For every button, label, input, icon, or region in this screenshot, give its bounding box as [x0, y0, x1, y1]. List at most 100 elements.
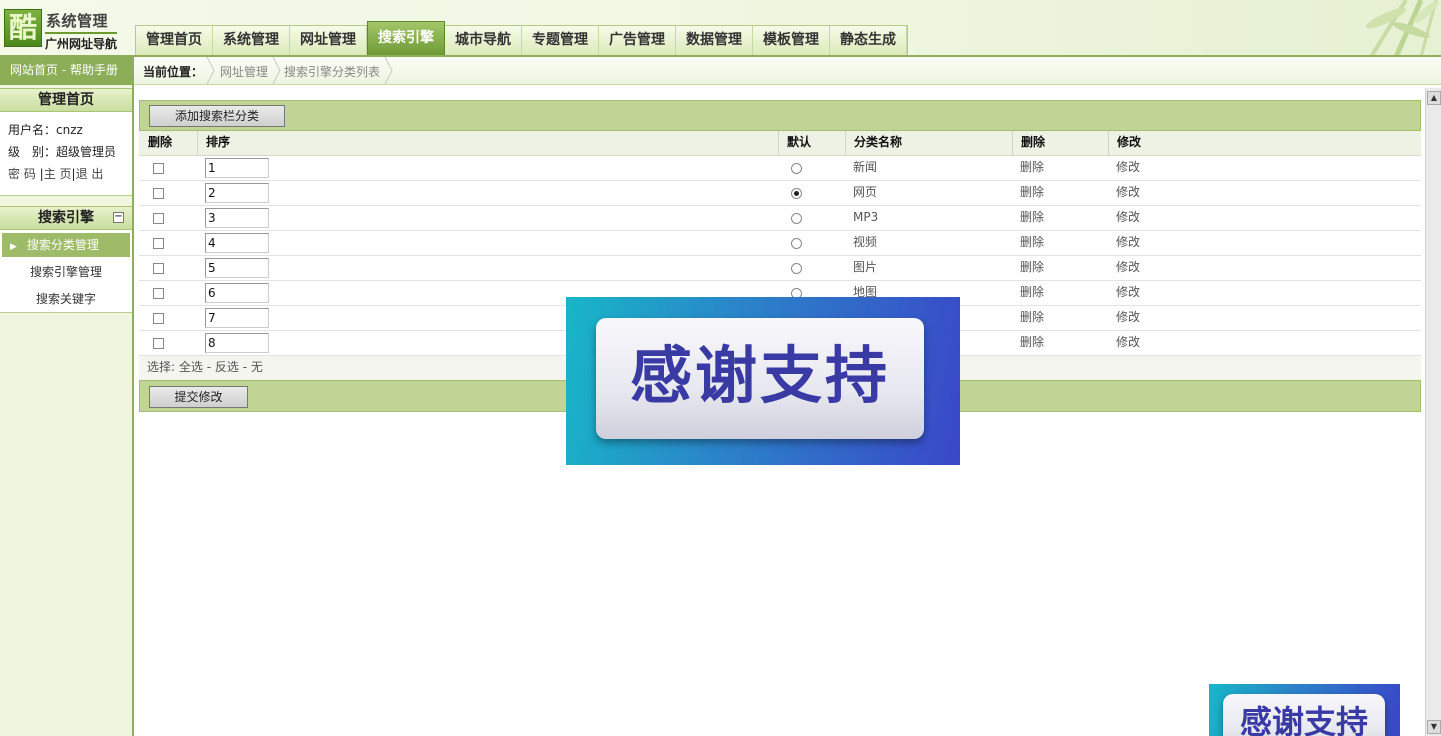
table-toolbar: 添加搜索栏分类	[139, 100, 1421, 131]
select-label: 选择:	[147, 360, 176, 374]
help-link[interactable]: 帮助手册	[70, 63, 118, 77]
edit-link[interactable]: 修改	[1116, 256, 1140, 280]
column-divider	[1012, 131, 1013, 156]
edit-link[interactable]: 修改	[1116, 206, 1140, 230]
sidebar-item-search-keywords[interactable]: 搜索关键字	[2, 287, 130, 311]
password-link[interactable]: 密 码	[8, 167, 36, 181]
logo-icon: 酷	[4, 9, 42, 47]
default-radio[interactable]	[791, 188, 802, 199]
column-divider	[197, 131, 198, 156]
submit-changes-button[interactable]: 提交修改	[149, 386, 248, 408]
site-home-link[interactable]: 网站首页	[10, 63, 58, 77]
select-none-link[interactable]: 无	[251, 360, 263, 374]
row-select-checkbox[interactable]	[153, 263, 164, 274]
order-input[interactable]: 1	[205, 158, 269, 178]
row-select-checkbox[interactable]	[153, 313, 164, 324]
chevron-right-icon	[384, 57, 393, 84]
col-header-edit: 修改	[1117, 135, 1142, 149]
category-name: 图片	[853, 260, 878, 274]
scroll-up-icon[interactable]: ▲	[1427, 91, 1441, 105]
tab-ads[interactable]: 广告管理	[599, 26, 676, 55]
sidebar-item-search-engines[interactable]: 搜索引擎管理	[2, 260, 130, 284]
tab-city-nav[interactable]: 城市导航	[445, 26, 522, 55]
tab-urls[interactable]: 网址管理	[290, 26, 367, 55]
username-label: 用户名：	[8, 123, 57, 137]
tab-system[interactable]: 系统管理	[213, 26, 290, 55]
logout-link[interactable]: 退 出	[76, 167, 104, 181]
tab-static[interactable]: 静态生成	[830, 26, 907, 55]
scroll-down-icon[interactable]: ▼	[1427, 720, 1441, 734]
tab-templates[interactable]: 模板管理	[753, 26, 830, 55]
row-select-checkbox[interactable]	[153, 288, 164, 299]
level-label: 级 别：	[8, 145, 57, 159]
delete-link[interactable]: 删除	[1020, 231, 1044, 255]
tab-data[interactable]: 数据管理	[676, 26, 753, 55]
column-divider	[778, 131, 779, 156]
breadcrumb: 当前位置： 网址管理 搜索引擎分类列表	[134, 57, 1441, 85]
edit-link[interactable]: 修改	[1116, 331, 1140, 355]
sidebar-top-links: 网站首页 - 帮助手册	[0, 57, 132, 85]
breadcrumb-label: 当前位置：	[143, 65, 204, 79]
level-line: 级 别：超级管理员	[8, 142, 132, 164]
sidebar-item-search-categories[interactable]: ▶ 搜索分类管理	[2, 233, 130, 257]
order-input[interactable]: 2	[205, 183, 269, 203]
delete-link[interactable]: 删除	[1020, 181, 1044, 205]
caret-right-icon: ▶	[10, 242, 17, 252]
edit-link[interactable]: 修改	[1116, 281, 1140, 305]
row-select-checkbox[interactable]	[153, 188, 164, 199]
table-row: 2 网页 删除 修改	[139, 181, 1421, 206]
order-input[interactable]: 4	[205, 233, 269, 253]
edit-link[interactable]: 修改	[1116, 156, 1140, 180]
edit-link[interactable]: 修改	[1116, 231, 1140, 255]
select-invert-link[interactable]: 反选	[215, 360, 239, 374]
top-header: 酷 系统管理 广州网址导航 管理首页 系统管理 网址管理 搜索引擎 城市导航 专…	[0, 0, 1441, 57]
row-select-checkbox[interactable]	[153, 163, 164, 174]
row-select-checkbox[interactable]	[153, 338, 164, 349]
category-name: 网页	[853, 185, 878, 199]
delete-link[interactable]: 删除	[1020, 281, 1044, 305]
sidebar: 网站首页 - 帮助手册 管理首页 用户名：cnzz 级 别：超级管理员 密 码 …	[0, 57, 134, 736]
col-header-default: 默认	[787, 135, 812, 149]
tab-home[interactable]: 管理首页	[136, 26, 213, 55]
collapse-icon[interactable]: −	[113, 212, 124, 223]
logo-title: 系统管理	[46, 12, 109, 30]
default-radio[interactable]	[791, 163, 802, 174]
separator: -	[202, 360, 215, 374]
order-input[interactable]: 6	[205, 283, 269, 303]
order-input[interactable]: 5	[205, 258, 269, 278]
delete-link[interactable]: 删除	[1020, 331, 1044, 355]
order-input[interactable]: 7	[205, 308, 269, 328]
default-radio[interactable]	[791, 263, 802, 274]
homepage-link[interactable]: 主 页	[44, 167, 72, 181]
table-row: 1 新闻 删除 修改	[139, 156, 1421, 181]
edit-link[interactable]: 修改	[1116, 181, 1140, 205]
default-radio[interactable]	[791, 238, 802, 249]
admin-home-heading: 管理首页	[0, 88, 132, 112]
col-header-delete: 删除	[148, 135, 173, 149]
delete-link[interactable]: 删除	[1020, 306, 1044, 330]
breadcrumb-item-urls[interactable]: 网址管理	[220, 63, 268, 80]
row-select-checkbox[interactable]	[153, 238, 164, 249]
row-select-checkbox[interactable]	[153, 213, 164, 224]
select-all-link[interactable]: 全选	[179, 360, 203, 374]
username-value: cnzz	[56, 123, 83, 137]
bamboo-decoration-icon	[1365, 0, 1439, 55]
tab-search-engine[interactable]: 搜索引擎	[367, 21, 445, 55]
order-input[interactable]: 8	[205, 333, 269, 353]
table-row: 5 图片 删除 修改	[139, 256, 1421, 281]
link-separator: -	[58, 63, 70, 77]
edit-link[interactable]: 修改	[1116, 306, 1140, 330]
delete-link[interactable]: 删除	[1020, 156, 1044, 180]
user-info: 用户名：cnzz 级 别：超级管理员 密 码 |主 页|退 出	[0, 112, 132, 196]
delete-link[interactable]: 删除	[1020, 206, 1044, 230]
chevron-right-icon	[272, 57, 281, 84]
default-radio[interactable]	[791, 213, 802, 224]
add-category-button[interactable]: 添加搜索栏分类	[149, 105, 285, 127]
thanks-banner-small[interactable]: 感谢支持	[1209, 684, 1400, 736]
thanks-banner[interactable]: 感谢支持	[566, 297, 960, 465]
vertical-scrollbar[interactable]: ▲ ▼	[1425, 88, 1441, 736]
order-input[interactable]: 3	[205, 208, 269, 228]
delete-link[interactable]: 删除	[1020, 256, 1044, 280]
tab-topics[interactable]: 专题管理	[522, 26, 599, 55]
col-header-name: 分类名称	[854, 135, 903, 149]
